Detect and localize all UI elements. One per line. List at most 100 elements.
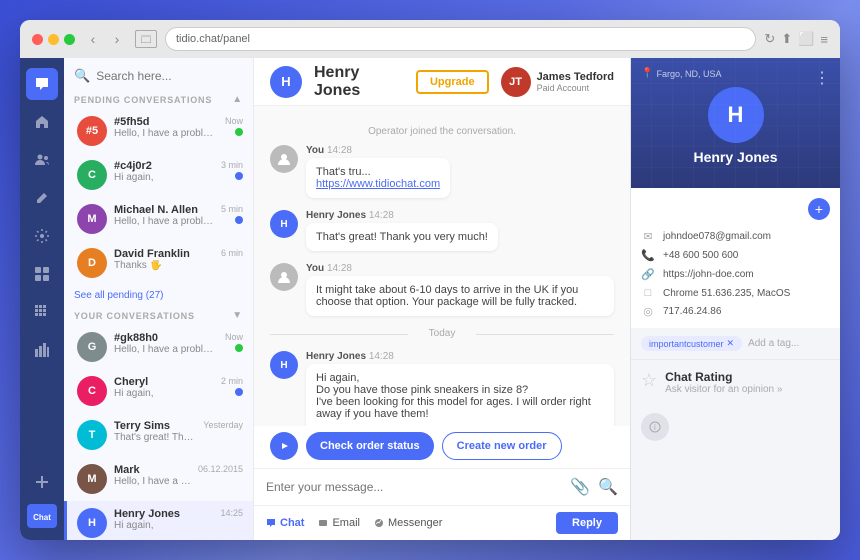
add-tag-button[interactable]: Add a tag... <box>748 338 799 349</box>
messages-area[interactable]: Operator joined the conversation. You 14… <box>254 106 630 426</box>
search-input[interactable] <box>96 69 251 83</box>
sidebar-item-compose[interactable] <box>26 182 58 214</box>
attachment-icon[interactable]: 📎 <box>570 477 590 497</box>
refresh-button[interactable]: ↻ <box>764 31 775 47</box>
conv-info: #5fh5d Hello, I have a problem with my w… <box>114 116 218 139</box>
chat-contact-avatar: H <box>270 66 302 98</box>
message-group: H Henry Jones 14:28 That's great! Thank … <box>270 210 614 251</box>
search-in-chat-icon[interactable]: 🔍 <box>598 477 618 497</box>
sidebar-item-chat[interactable] <box>26 68 58 100</box>
sidebar-item-chart[interactable] <box>26 334 58 366</box>
agent-name: James Tedford <box>537 71 614 83</box>
minimize-dot[interactable] <box>48 34 59 45</box>
reply-button[interactable]: Reply <box>556 512 618 534</box>
fullscreen-dot[interactable] <box>64 34 75 45</box>
browser-toolbar: ‹ › tidio.chat/panel ↻ ⬆ ⬜ ≡ <box>20 20 840 58</box>
your-conversations-header: YOUR CONVERSATIONS ▼ <box>64 306 253 325</box>
conv-item-cheryl[interactable]: C Cheryl Hi again, 2 min <box>64 369 253 413</box>
phone-icon: 📞 <box>641 249 655 262</box>
conv-item-henry[interactable]: H Henry Jones Hi again, 14:25 <box>64 501 253 540</box>
chat-header: H Henry Jones Upgrade JT James Tedford P… <box>254 58 630 106</box>
conv-item-5fh5d[interactable]: #5 #5fh5d Hello, I have a problem with m… <box>64 109 253 153</box>
close-dot[interactable] <box>32 34 43 45</box>
sidebar-item-grid[interactable] <box>26 296 58 328</box>
star-icon: ☆ <box>641 370 657 391</box>
conv-item-terry[interactable]: T Terry Sims That's great! Thank you ver… <box>64 413 253 457</box>
quick-actions: Check order status Create new order <box>254 426 630 468</box>
today-divider: Today <box>270 328 614 339</box>
tags-section: importantcustomer ✕ Add a tag... <box>631 328 840 359</box>
unread-badge <box>235 216 243 224</box>
message-link[interactable]: https://www.tidiochat.com <box>316 178 440 190</box>
conv-avatar: M <box>77 464 107 494</box>
rating-section: ☆ Chat Rating Ask visitor for an opinion… <box>631 359 840 405</box>
search-bar: 🔍 <box>64 58 253 90</box>
message-group: H Henry Jones 14:28 Hi again, Do you hav… <box>270 351 614 426</box>
website-row: 🔗 https://john-doe.com <box>641 268 830 281</box>
conv-avatar: T <box>77 420 107 450</box>
ip-icon: ◎ <box>641 305 655 318</box>
menu-button[interactable]: ≡ <box>820 32 828 47</box>
svg-text:i: i <box>654 423 656 432</box>
rating-title: Chat Rating <box>665 370 830 384</box>
sidebar-item-contacts[interactable] <box>26 144 58 176</box>
forward-button[interactable]: › <box>107 29 127 49</box>
conv-avatar: C <box>77 376 107 406</box>
agent-avatar: JT <box>501 67 531 97</box>
tab-chat[interactable]: Chat <box>266 517 304 529</box>
conv-item-michael[interactable]: M Michael N. Allen Hello, I have a probl… <box>64 197 253 241</box>
see-all-pending[interactable]: See all pending (27) <box>64 285 253 306</box>
pending-collapse[interactable]: ▲ <box>232 94 243 105</box>
unread-badge <box>235 172 243 180</box>
check-order-button[interactable]: Check order status <box>306 432 434 460</box>
browser-row: □ Chrome 51.636.235, MacOS <box>641 287 830 299</box>
chat-contact-name: Henry Jones <box>314 64 404 100</box>
more-options-button[interactable]: ⋮ <box>814 68 830 88</box>
new-window-icon[interactable] <box>135 30 157 48</box>
tab-messenger[interactable]: Messenger <box>374 517 442 529</box>
your-conv-collapse[interactable]: ▼ <box>232 310 243 321</box>
unread-badge <box>235 388 243 396</box>
link-icon: 🔗 <box>641 268 655 281</box>
add-info-button[interactable]: + <box>808 198 830 220</box>
input-area: 📎 🔍 <box>254 468 630 505</box>
ip-row: ◎ 717.46.24.86 <box>641 305 830 318</box>
browser-icon: □ <box>641 287 655 299</box>
phone-row: 📞 +48 600 500 600 <box>641 249 830 262</box>
upgrade-button[interactable]: Upgrade <box>416 70 489 94</box>
conv-avatar: M <box>77 204 107 234</box>
online-badge <box>235 128 243 136</box>
conversations-panel: 🔍 PENDING CONVERSATIONS ▲ #5 #5fh5d Hell… <box>64 58 254 540</box>
conv-item-mark[interactable]: M Mark Hello, I have a problem with my w… <box>64 457 253 501</box>
sidebar-item-settings[interactable] <box>26 220 58 252</box>
agent-status: Paid Account <box>537 83 614 93</box>
sidebar-item-add[interactable] <box>26 466 58 498</box>
url-bar[interactable]: tidio.chat/panel <box>165 27 756 51</box>
search-icon: 🔍 <box>74 68 90 84</box>
contact-msg-avatar: H <box>270 351 298 379</box>
email-icon: ✉ <box>641 230 655 243</box>
share-button[interactable]: ⬆ <box>781 31 792 47</box>
sidebar-item-home[interactable] <box>26 106 58 138</box>
play-button[interactable] <box>270 432 298 460</box>
back-button[interactable]: ‹ <box>83 29 103 49</box>
bottom-section: i <box>631 405 840 449</box>
sidebar-item-layout[interactable] <box>26 258 58 290</box>
info-button[interactable]: i <box>641 413 669 441</box>
system-message: Operator joined the conversation. <box>270 126 614 137</box>
tag-remove-icon[interactable]: ✕ <box>727 338 735 349</box>
conv-item-gk88h0[interactable]: G #gk88h0 Hello, I have a problem with m… <box>64 325 253 369</box>
browser-window: ‹ › tidio.chat/panel ↻ ⬆ ⬜ ≡ <box>20 20 840 540</box>
tag-item[interactable]: importantcustomer ✕ <box>641 336 742 351</box>
chat-label[interactable]: Chat <box>27 504 57 528</box>
tab-email[interactable]: Email <box>318 517 360 529</box>
rating-subtitle[interactable]: Ask visitor for an opinion » <box>665 384 830 395</box>
fullscreen-button[interactable]: ⬜ <box>798 31 814 47</box>
conv-avatar: H <box>77 508 107 538</box>
conv-item-c4j0r2[interactable]: C #c4j0r2 Hi again, 3 min <box>64 153 253 197</box>
channel-tabs: Chat Email Messenger Reply <box>254 505 630 540</box>
create-order-button[interactable]: Create new order <box>442 432 562 460</box>
contact-header: 📍 Fargo, ND, USA ⋮ H Henry Jones <box>631 58 840 188</box>
message-input[interactable] <box>266 480 562 494</box>
conv-item-david[interactable]: D David Franklin Thanks 🖐 6 min <box>64 241 253 285</box>
